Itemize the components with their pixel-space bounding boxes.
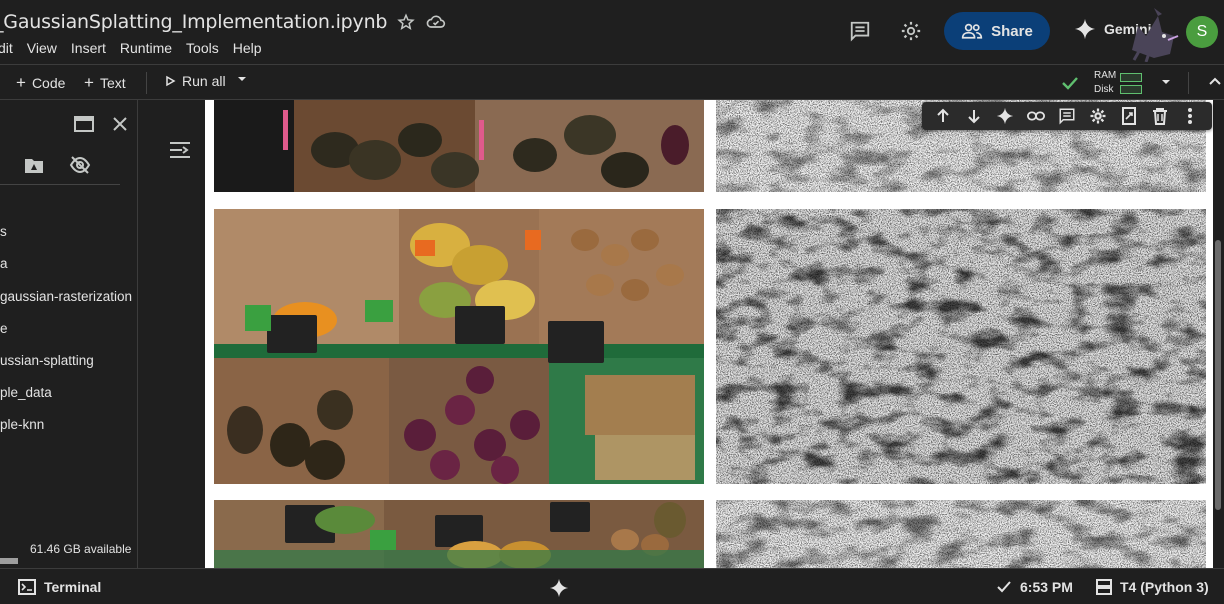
- output-scrollbar[interactable]: [1213, 100, 1224, 568]
- people-icon: [961, 23, 983, 39]
- share-button[interactable]: Share: [944, 12, 1050, 50]
- file-item[interactable]: s: [0, 224, 7, 239]
- disk-label: Disk: [1094, 84, 1114, 95]
- file-item[interactable]: ussian-splatting: [0, 353, 94, 368]
- menu-insert[interactable]: Insert: [71, 40, 106, 56]
- plus-icon: +: [84, 73, 94, 92]
- splat-image-middle: [716, 209, 1206, 484]
- produce-image-middle: [214, 209, 704, 484]
- cell-toolbar: [922, 102, 1212, 130]
- scroll-thumb[interactable]: [1215, 240, 1221, 510]
- disk-bar: [1120, 84, 1143, 94]
- cell-gutter: [139, 100, 205, 568]
- server-icon: [1096, 579, 1112, 595]
- resource-dropdown[interactable]: [1160, 76, 1172, 88]
- run-all-button[interactable]: Run all: [164, 73, 226, 89]
- terminal-icon: [18, 579, 36, 595]
- add-code-label: Code: [31, 75, 66, 91]
- run-all-label: Run all: [182, 73, 226, 89]
- resource-monitor[interactable]: RAM Disk: [1060, 69, 1143, 97]
- ram-bar: [1120, 72, 1143, 82]
- gear-icon[interactable]: [1086, 104, 1110, 128]
- file-item[interactable]: a: [0, 256, 8, 271]
- file-item[interactable]: ple_data: [0, 385, 52, 400]
- output-figure: [214, 100, 1206, 568]
- toolbar-divider: [146, 72, 147, 94]
- file-item[interactable]: ple-knn: [0, 417, 44, 432]
- menu-tools[interactable]: Tools: [186, 40, 219, 56]
- checkmark-icon: [997, 581, 1011, 593]
- notebook-toolbar: + Code + Text Run all RAM Disk: [0, 64, 1224, 100]
- produce-image-top: [214, 100, 704, 192]
- checkmark-icon: [1062, 77, 1078, 90]
- storage-available: 61.46 GB available: [30, 542, 132, 556]
- avatar-initial: S: [1196, 23, 1208, 40]
- plus-icon: +: [16, 73, 26, 92]
- status-bar: Terminal 6:53 PM T4 (Python 3): [0, 568, 1224, 604]
- output-toggle-icon[interactable]: [167, 138, 193, 162]
- menu-edit[interactable]: dit: [0, 40, 13, 56]
- move-up-icon[interactable]: [931, 104, 955, 128]
- runtime-status[interactable]: T4 (Python 3): [1096, 579, 1209, 595]
- resource-labels: RAM Disk: [1094, 69, 1116, 97]
- run-options-dropdown[interactable]: [236, 73, 248, 85]
- execution-time: 6:53 PM: [1020, 579, 1073, 595]
- open-in-tab-icon[interactable]: [72, 114, 96, 134]
- cloud-sync-icon[interactable]: [425, 11, 447, 33]
- hide-files-icon[interactable]: [68, 154, 92, 176]
- gear-icon[interactable]: [898, 18, 924, 44]
- add-text-label: Text: [99, 75, 126, 91]
- splat-image-bottom: [716, 500, 1206, 568]
- storage-bar: [0, 558, 18, 564]
- notebook-title[interactable]: _GaussianSplatting_Implementation.ipynb: [0, 11, 387, 33]
- terminal-button[interactable]: Terminal: [18, 579, 101, 595]
- move-down-icon[interactable]: [962, 104, 986, 128]
- resource-bars: [1120, 70, 1143, 97]
- mirror-cell-icon[interactable]: [1117, 104, 1141, 128]
- add-text-button[interactable]: + Text: [84, 73, 126, 93]
- link-icon[interactable]: [1024, 104, 1048, 128]
- files-panel: s a gaussian-rasterization e ussian-spla…: [0, 100, 138, 568]
- add-code-button[interactable]: + Code: [16, 73, 65, 93]
- runtime-label: T4 (Python 3): [1120, 579, 1209, 595]
- terminal-label: Terminal: [44, 579, 102, 595]
- header: _GaussianSplatting_Implementation.ipynb …: [0, 0, 1224, 64]
- menu-runtime[interactable]: Runtime: [120, 40, 172, 56]
- sparkle-icon[interactable]: [993, 104, 1017, 128]
- menu-help[interactable]: Help: [233, 40, 262, 56]
- comment-icon[interactable]: [847, 18, 873, 44]
- file-item[interactable]: gaussian-rasterization: [0, 289, 132, 304]
- avatar[interactable]: S: [1186, 16, 1218, 48]
- chevron-up-icon: [1209, 77, 1221, 85]
- collapse-header-button[interactable]: [1208, 74, 1222, 88]
- cat-mascot-icon: [1132, 8, 1179, 62]
- files-divider: [0, 184, 120, 185]
- menu-bar: dit View Insert Runtime Tools Help: [0, 40, 276, 56]
- more-vert-icon[interactable]: [1178, 104, 1202, 128]
- menu-view[interactable]: View: [27, 40, 57, 56]
- star-icon[interactable]: [395, 11, 417, 33]
- sparkle-icon: [1074, 18, 1096, 40]
- sparkle-icon: [549, 578, 569, 598]
- ram-label: RAM: [1094, 70, 1117, 81]
- caret-down-icon: [1162, 80, 1170, 84]
- execution-status[interactable]: 6:53 PM: [996, 579, 1073, 595]
- mount-drive-icon[interactable]: [22, 154, 46, 176]
- close-icon[interactable]: [108, 114, 132, 134]
- title-row: _GaussianSplatting_Implementation.ipynb: [0, 8, 447, 36]
- comment-icon[interactable]: [1055, 104, 1079, 128]
- delete-icon[interactable]: [1148, 104, 1172, 128]
- play-icon: [166, 75, 176, 87]
- share-label: Share: [991, 22, 1033, 40]
- file-item[interactable]: e: [0, 321, 8, 336]
- produce-image-bottom: [214, 500, 704, 568]
- colab-window: _GaussianSplatting_Implementation.ipynb …: [0, 0, 1224, 604]
- caret-down-icon: [238, 77, 246, 81]
- gemini-sparkle-button[interactable]: [549, 578, 577, 598]
- toolbar-divider: [1188, 72, 1189, 94]
- cell-output: [205, 100, 1213, 568]
